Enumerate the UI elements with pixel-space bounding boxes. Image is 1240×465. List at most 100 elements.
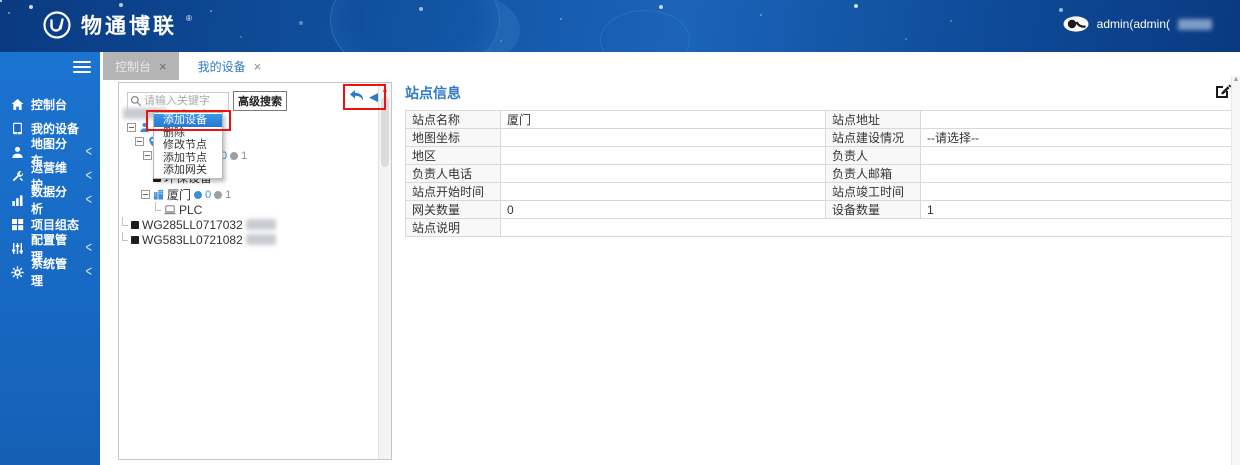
top-banner: 物通博联 ® admin(admin( [0, 0, 1240, 52]
table-row: 地区 负责人 [405, 146, 1232, 165]
chevron-icon: < [85, 264, 92, 280]
field-label: 站点名称 [405, 110, 501, 129]
sidebar-nav-list: 控制台 我的设备 地图分布 < 运营维护 < 数据分析 < 项目组态 配置管理 … [0, 92, 100, 288]
brand-logo-icon [43, 11, 71, 39]
context-menu-item-add-device[interactable]: 添加设备 [154, 114, 222, 127]
scroll-up-icon[interactable]: ▲ [379, 85, 391, 94]
table-row: 地图坐标 站点建设情况 --请选择-- [405, 128, 1232, 147]
field-value-placeholder: --请选择-- [920, 128, 1232, 147]
tree-node-label: WG583LL0721082 [142, 232, 243, 247]
tree-scrollbar[interactable]: ▲ [378, 83, 391, 459]
tree-node-gateway-1[interactable]: WG285LL0717032 [119, 216, 377, 232]
chevron-icon: < [85, 240, 92, 256]
field-label: 站点建设情况 [825, 128, 921, 147]
chevron-icon: < [85, 144, 92, 160]
banner-particles-decoration [0, 0, 2, 2]
home-icon [11, 98, 24, 110]
field-label: 站点开始时间 [405, 182, 501, 201]
tree-node-label: PLC [179, 202, 203, 217]
banner-circle-decoration [600, 10, 690, 52]
tree-node-blurred-label [245, 234, 276, 245]
chevron-icon: < [85, 168, 92, 184]
tree-node-xiamen[interactable]: 厦门 0 1 [119, 188, 377, 202]
context-menu-item-add-node[interactable]: 添加节点 [154, 152, 222, 165]
person-icon [140, 122, 149, 133]
tree-node-label: WG285LL0717032 [142, 217, 243, 232]
sidebar-nav: 控制台 我的设备 地图分布 < 运营维护 < 数据分析 < 项目组态 配置管理 … [0, 52, 100, 465]
context-menu: 添加设备 删除 修改节点 添加节点 添加网关 [153, 112, 223, 179]
sidebar-item-console[interactable]: 控制台 [0, 92, 100, 116]
context-menu-item-delete[interactable]: 删除 [154, 127, 222, 140]
tree-node-gateway-2[interactable]: WG583LL0721082 [119, 231, 377, 247]
table-row: 站点说明 [405, 218, 1232, 237]
scroll-up-icon[interactable]: ▲ [1232, 76, 1240, 83]
offline-count: 1 [225, 188, 232, 201]
gateway-square-icon [131, 220, 139, 229]
avatar-icon [1063, 16, 1089, 32]
brand-registered-mark: ® [186, 13, 192, 23]
field-value [920, 164, 1232, 183]
gear-icon [11, 265, 24, 279]
sidebar-item-label: 控制台 [31, 97, 68, 112]
field-value [500, 146, 826, 165]
building-icon [153, 189, 164, 200]
grid-icon [12, 218, 24, 230]
field-value [500, 164, 826, 183]
field-label: 设备数量 [825, 200, 921, 219]
sidebar-item-label: 数据分析 [31, 185, 68, 216]
tree-node-plc[interactable]: PLC [119, 201, 377, 217]
context-menu-item-modify-node[interactable]: 修改节点 [154, 139, 222, 152]
edit-icon[interactable] [1214, 83, 1231, 100]
collapse-node-icon[interactable] [135, 137, 144, 146]
tab-console[interactable]: 控制台 × [103, 52, 179, 80]
undo-icon[interactable] [349, 89, 366, 104]
panel-title: 站点信息 [405, 85, 461, 101]
sidebar-item-label: 我的设备 [31, 121, 80, 136]
tab-my-devices[interactable]: 我的设备 × [185, 52, 274, 80]
field-value [920, 146, 1232, 165]
field-label: 站点地址 [825, 110, 921, 129]
tree-node-label: 厦门 [167, 188, 192, 202]
tools-icon [12, 170, 24, 181]
field-label: 负责人 [825, 146, 921, 165]
app-window: 物通博联 ® admin(admin( 控制台 我的设备 地图分布 < 运营维护… [0, 0, 1240, 465]
offline-dot [214, 190, 223, 199]
table-row: 站点开始时间 站点竣工时间 [405, 182, 1232, 201]
scrollbar-thumb[interactable] [381, 97, 389, 167]
site-info-table: 站点名称 厦门 站点地址 地图坐标 站点建设情况 --请选择-- 地区 负责人 [405, 110, 1232, 237]
tab-label: 控制台 [115, 59, 152, 74]
tree-connector [122, 231, 128, 241]
brand-logo: 物通博联 ® [42, 10, 192, 40]
sliders-icon [12, 242, 23, 254]
table-row: 网关数量 0 设备数量 1 [405, 200, 1232, 219]
tree-panel-actions: ◀ [349, 89, 379, 104]
tree-connector [122, 216, 128, 226]
field-label: 地区 [405, 146, 501, 165]
context-menu-item-add-gateway[interactable]: 添加网关 [154, 164, 222, 177]
collapse-node-icon[interactable] [141, 190, 150, 199]
tree-connector [155, 201, 161, 211]
online-count: 0 [205, 188, 212, 201]
search-icon [130, 96, 142, 107]
field-value [920, 110, 1232, 129]
banner-globe-decoration [330, 0, 500, 52]
sidebar-item-system-management[interactable]: 系统管理 < [0, 257, 100, 288]
offline-count: 1 [241, 149, 248, 162]
tab-bar: 控制台 × 我的设备 × [100, 52, 1240, 80]
field-label: 站点说明 [405, 218, 501, 237]
page-scrollbar[interactable]: ▲ [1231, 76, 1240, 465]
user-menu[interactable]: admin(admin( [1063, 16, 1212, 32]
field-value [500, 218, 1232, 237]
field-label: 地图坐标 [405, 128, 501, 147]
menu-toggle-icon[interactable] [73, 58, 91, 73]
collapse-node-icon[interactable] [127, 123, 136, 132]
field-value [500, 128, 826, 147]
close-icon[interactable]: × [254, 60, 262, 73]
collapse-node-icon[interactable] [143, 151, 152, 160]
site-info-panel: 站点信息 站点名称 厦门 站点地址 地图坐标 站点建设情况 --请选择-- 地区… [405, 80, 1232, 237]
chevron-icon: < [85, 192, 92, 208]
close-icon[interactable]: × [159, 60, 167, 73]
sidebar-item-data-analysis[interactable]: 数据分析 < [0, 185, 100, 216]
field-label: 网关数量 [405, 200, 501, 219]
online-dot [194, 190, 203, 199]
